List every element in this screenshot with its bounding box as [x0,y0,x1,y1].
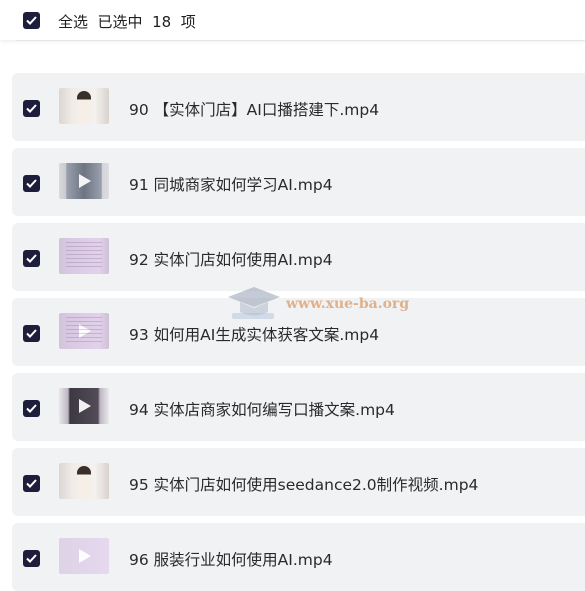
selection-header: 全选 已选中 18 项 [0,0,585,40]
item-title: 90 【实体门店】AI口播搭建下.mp4 [129,101,380,119]
checkmark-icon [26,404,37,413]
checkmark-icon [26,329,37,338]
checkmark-icon [26,16,37,25]
selection-count-label: 全选 已选中 18 项 [58,13,196,31]
item-checkbox[interactable] [23,250,40,267]
dark-play-icon [59,388,109,424]
list-item[interactable]: 94 实体店商家如何编写口播文案.mp4 [12,373,585,441]
woman-icon [59,463,109,499]
item-checkbox[interactable] [23,400,40,417]
list-item[interactable]: 92 实体门店如何使用AI.mp4 [12,223,585,291]
woman-icon [59,88,109,124]
list-item[interactable]: 95 实体门店如何使用seedance2.0制作视频.mp4 [12,448,585,516]
list-item[interactable]: 91 同城商家如何学习AI.mp4 [12,148,585,216]
checkmark-icon [26,179,37,188]
list-item[interactable]: 93 如何用AI生成实体获客文案.mp4 [12,298,585,366]
checkmark-icon [26,479,37,488]
item-checkbox[interactable] [23,175,40,192]
list-item[interactable]: 90 【实体门店】AI口播搭建下.mp4 [12,73,585,141]
item-title: 93 如何用AI生成实体获客文案.mp4 [129,326,380,344]
item-checkbox[interactable] [23,325,40,342]
item-title: 91 同城商家如何学习AI.mp4 [129,176,333,194]
document-play-icon [59,313,109,349]
file-list: 90 【实体门店】AI口播搭建下.mp4 91 同城商家如何学习AI.mp4 9… [0,0,585,591]
item-checkbox[interactable] [23,475,40,492]
item-title: 95 实体门店如何使用seedance2.0制作视频.mp4 [129,476,479,494]
checkmark-icon [26,254,37,263]
checkmark-icon [26,554,37,563]
item-checkbox[interactable] [23,550,40,567]
item-title: 92 实体门店如何使用AI.mp4 [129,251,333,269]
item-title: 96 服装行业如何使用AI.mp4 [129,551,333,569]
document-icon [59,238,109,274]
item-checkbox[interactable] [23,100,40,117]
tablet-video-icon [59,163,109,199]
select-all-checkbox[interactable] [23,12,40,29]
list-item[interactable]: 96 服装行业如何使用AI.mp4 [12,523,585,591]
checkmark-icon [26,104,37,113]
item-title: 94 实体店商家如何编写口播文案.mp4 [129,401,395,419]
document-play-icon [59,538,109,574]
